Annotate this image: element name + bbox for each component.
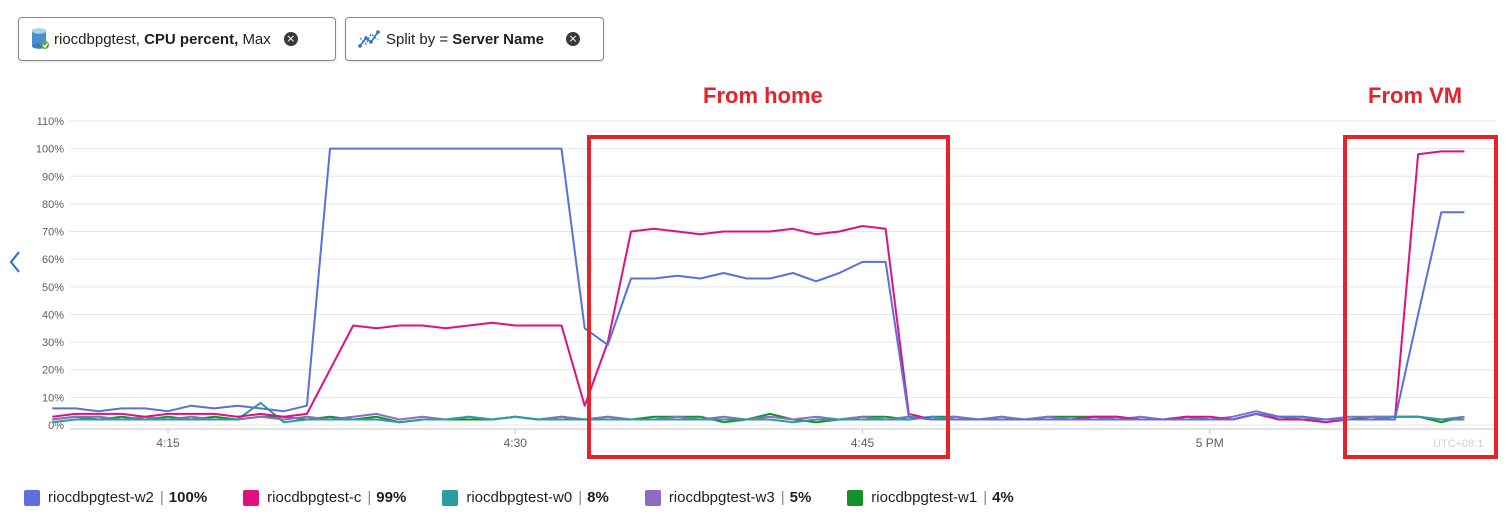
y-tick-label: 110% [37,116,65,128]
legend-separator: | [578,489,583,506]
annotation-from-home: From home [703,83,823,108]
y-tick-label: 90% [42,171,64,183]
legend-swatch [24,489,40,506]
legend-swatch [243,489,260,506]
legend-series-name: riocdbpgtest-w0 [466,489,573,506]
y-tick-label: 80% [42,199,64,211]
y-tick-label: 100% [36,144,64,156]
annotation-boxes [587,135,1498,459]
y-tick-label: 20% [42,365,64,377]
y-tick-label: 10% [42,392,64,404]
y-tick-label: 70% [42,227,64,239]
legend-swatch [847,489,864,506]
legend-separator: | [780,489,785,506]
legend-item[interactable]: riocdbpgtest-c | 99% [243,489,406,506]
legend-separator: | [367,489,372,506]
legend-value: 8% [587,489,609,506]
annotation-from-vm: From VM [1368,83,1463,108]
chart-legend: riocdbpgtest-w2 | 100% riocdbpgtest-c | 99% ri… [24,489,1050,506]
cpu-line-chart: 0%10%20%30%40%50%60%70%80%90%100%110%4:1… [36,116,1498,459]
legend-value: 99% [376,489,407,506]
series-line-riocdbpgtest-w2[interactable] [52,147,1465,421]
legend-item[interactable]: riocdbpgtest-w2 | 100% [24,489,207,506]
annotation-box-from-vm [1343,135,1498,459]
x-tick-label: 5 PM [1196,436,1224,450]
legend-swatch [644,489,661,506]
legend-swatch [442,489,459,506]
legend-item[interactable]: riocdbpgtest-w1 | 4% [847,489,1014,506]
legend-series-name: riocdbpgtest-w2 [48,489,154,506]
y-tick-label: 30% [42,337,64,349]
legend-value: 5% [789,489,812,506]
chevron-left-icon[interactable] [6,248,24,276]
legend-series-name: riocdbpgtest-w3 [668,489,775,506]
legend-item[interactable]: riocdbpgtest-w3 | 5% [644,489,812,506]
timezone-label: UTC+08:1 [1433,438,1483,450]
x-tick-label: 4:30 [504,436,528,450]
legend-separator: | [159,489,164,506]
x-tick-label: 4:45 [851,436,875,450]
legend-separator: | [983,489,988,506]
legend-series-name: riocdbpgtest-c [267,489,362,506]
y-tick-label: 60% [42,254,64,266]
y-tick-label: 40% [42,309,64,321]
grid-layer: 0%10%20%30%40%50%60%70%80%90%100%110%4:1… [36,116,1496,450]
series-layer [52,147,1465,424]
legend-series-name: riocdbpgtest-w1 [871,489,978,506]
legend-value: 100% [168,489,208,506]
legend-value: 4% [992,489,1014,506]
x-tick-label: 4:15 [156,436,180,450]
legend-item[interactable]: riocdbpgtest-w0 | 8% [442,489,609,506]
y-tick-label: 50% [42,282,64,294]
